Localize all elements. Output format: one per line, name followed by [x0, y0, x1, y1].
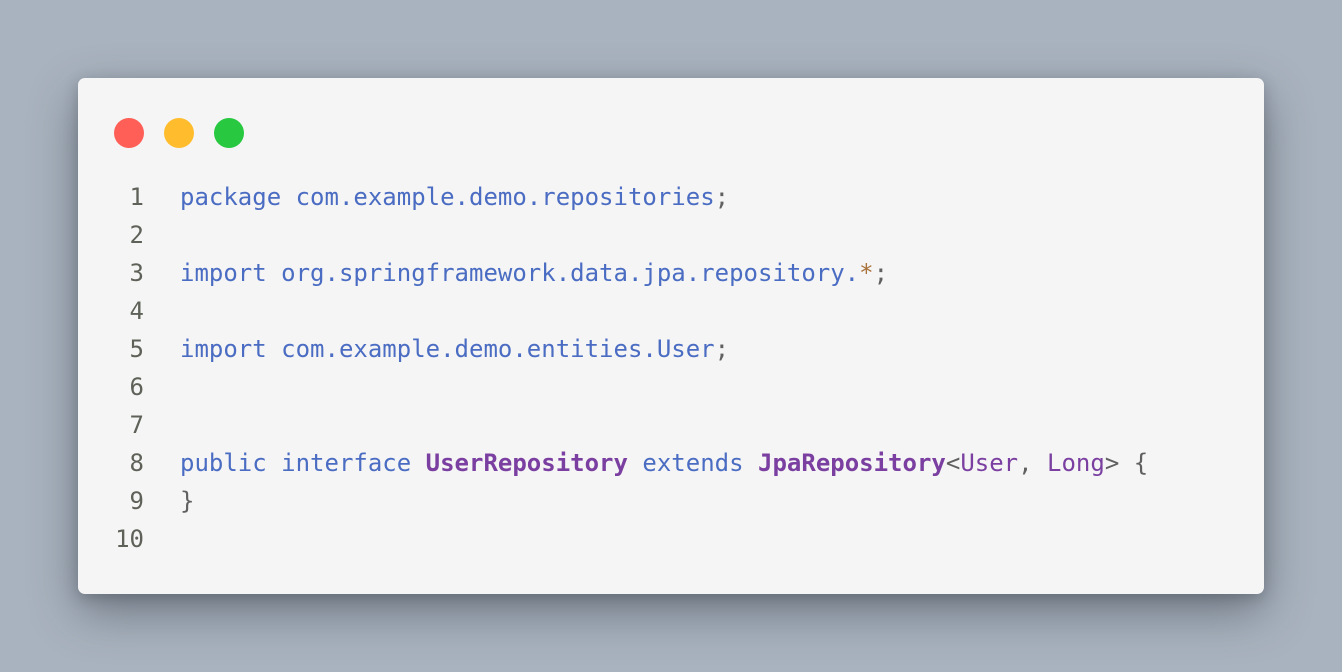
line-number: 4: [129, 297, 144, 325]
code-token: com.example.demo.entities.User: [281, 335, 715, 363]
code-token: interface: [281, 449, 412, 477]
code-line: 8 public interface UserRepository extends…: [78, 444, 1264, 482]
line-number: 2: [129, 221, 144, 249]
close-dot-icon[interactable]: [114, 118, 144, 148]
code-token: ;: [873, 259, 889, 287]
line-number: 9: [129, 487, 144, 515]
code-line: 4: [78, 292, 1264, 330]
code-token: ;: [714, 183, 730, 211]
line-number: 10: [115, 525, 144, 553]
line-text: package com.example.demo.repositories;: [180, 178, 729, 216]
code-token: public: [180, 449, 267, 477]
code-token: <: [945, 449, 961, 477]
line-text: import org.springframework.data.jpa.repo…: [180, 254, 888, 292]
window-controls: [114, 118, 244, 148]
code-line: 1 package com.example.demo.repositories;: [78, 178, 1264, 216]
code-token: import: [180, 335, 267, 363]
code-token: *: [859, 259, 874, 287]
code-line: 10: [78, 520, 1264, 558]
line-text: }: [180, 482, 194, 520]
code-token: org.springframework.data.jpa.repository.: [281, 259, 860, 287]
code-block: 1 package com.example.demo.repositories; 2…: [78, 178, 1264, 558]
line-number: 5: [129, 335, 144, 363]
line-number: 7: [129, 411, 144, 439]
code-token: package: [180, 183, 282, 211]
code-token: UserRepository: [425, 449, 628, 477]
code-token: >: [1104, 449, 1134, 477]
code-window: 1 package com.example.demo.repositories; 2…: [78, 78, 1264, 594]
code-line: 2: [78, 216, 1264, 254]
code-line: 6: [78, 368, 1264, 406]
code-line: 9}: [78, 482, 1264, 520]
line-text: import com.example.demo.entities.User;: [180, 330, 729, 368]
minimize-dot-icon[interactable]: [164, 118, 194, 148]
code-token: ,: [1018, 449, 1048, 477]
code-line: 5 import com.example.demo.entities.User;: [78, 330, 1264, 368]
code-token: }: [180, 487, 195, 515]
code-token: Long: [1047, 449, 1105, 477]
line-number: 3: [129, 259, 144, 287]
code-token: com.example.demo.repositories: [295, 183, 715, 211]
code-line: 7: [78, 406, 1264, 444]
line-text: public interface UserRepository extends …: [180, 444, 1148, 482]
line-number: 8: [129, 449, 144, 477]
code-token: extends: [642, 449, 744, 477]
code-token: ;: [714, 335, 730, 363]
line-number: 6: [129, 373, 144, 401]
line-number: 1: [129, 183, 144, 211]
code-token: JpaRepository: [758, 449, 946, 477]
code-token: import: [180, 259, 267, 287]
code-token: User: [960, 449, 1019, 477]
code-line: 3 import org.springframework.data.jpa.rep…: [78, 254, 1264, 292]
maximize-dot-icon[interactable]: [214, 118, 244, 148]
code-token: {: [1133, 449, 1149, 477]
